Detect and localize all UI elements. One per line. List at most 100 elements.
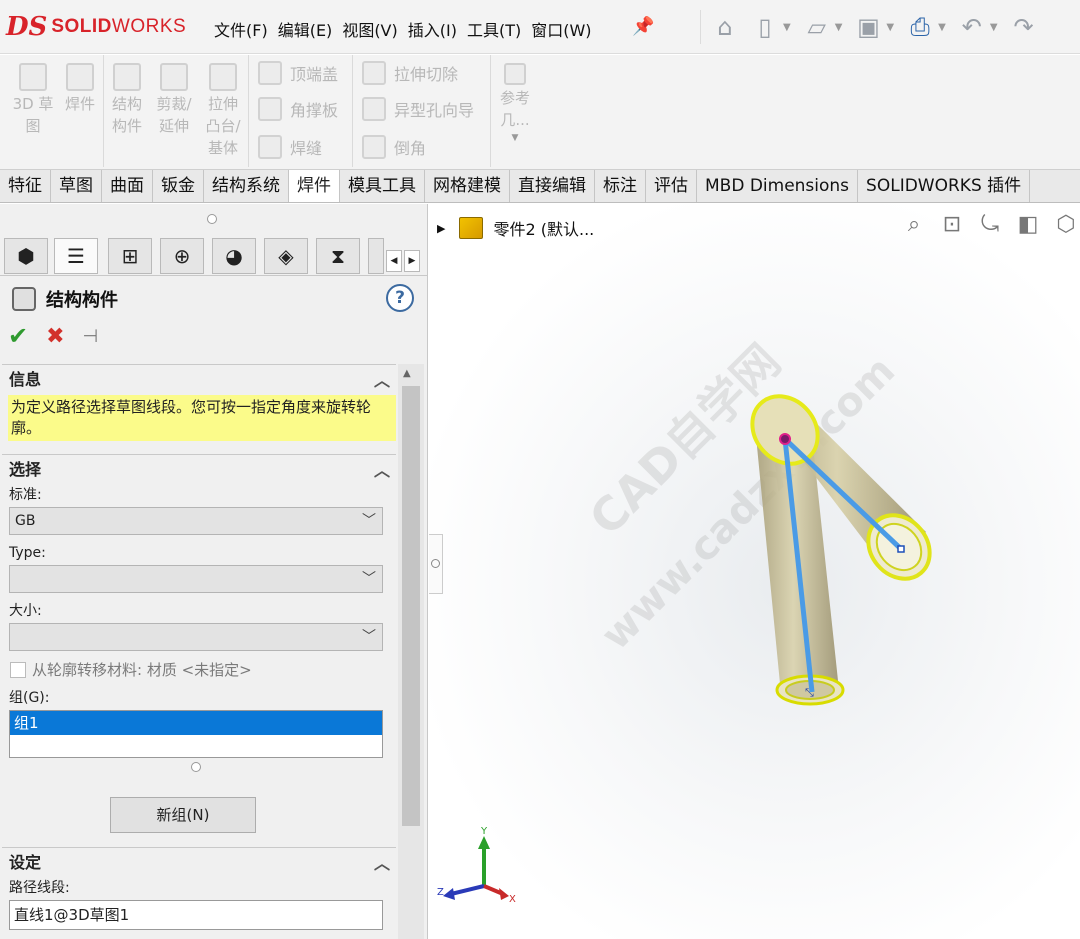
property-manager-pane: ⬢ ☰ ⊞ ⊕ ◕ ◈ ⧗ ◀ ▶ 结构构件 ? ✔ ✖ ⊣ 信息 ︿ 为定义路… xyxy=(0,204,428,939)
weld-bead-icon xyxy=(258,135,282,159)
print-icon[interactable]: ⎙ xyxy=(904,10,936,44)
tab-direct-editing[interactable]: 直接编辑 xyxy=(510,170,595,202)
pin-menu-icon[interactable]: 📌 xyxy=(632,16,654,37)
size-label: 大小: xyxy=(9,603,42,619)
chevron-down-icon: ﹀ xyxy=(362,629,376,645)
more-tabs-icon[interactable] xyxy=(368,238,384,274)
model-view[interactable]: ⤡ Y Z X xyxy=(429,204,1080,939)
weldment-label: 焊件 xyxy=(64,95,95,113)
collapse-chevron-icon[interactable]: ︿ xyxy=(374,366,390,396)
print-dropdown[interactable]: ▼ xyxy=(938,22,946,33)
menu-tools[interactable]: 工具(T) xyxy=(465,15,529,43)
property-manager-scrollbar[interactable]: ▲ xyxy=(398,364,424,939)
home-icon[interactable]: ⌂ xyxy=(709,10,741,44)
tab-sheet-metal[interactable]: 钣金 xyxy=(153,170,204,202)
scrollbar-thumb[interactable] xyxy=(402,386,420,826)
standard-value: GB xyxy=(15,513,36,529)
help-icon[interactable]: ? xyxy=(386,284,414,312)
sketch3d-button[interactable]: 3D 草图 xyxy=(10,63,56,137)
gusset-button[interactable]: 角撑板 xyxy=(258,97,338,121)
tab-weldments[interactable]: 焊件 xyxy=(289,170,340,202)
tab-evaluate[interactable]: 评估 xyxy=(646,170,697,202)
new-group-button[interactable]: 新组(N) xyxy=(110,797,256,833)
keep-visible-pushpin-icon[interactable]: ⊣ xyxy=(83,326,99,347)
menu-insert[interactable]: 插入(I) xyxy=(406,15,465,43)
tab-solidworks-addins[interactable]: SOLIDWORKS 插件 xyxy=(858,170,1031,202)
tab-sketch[interactable]: 草图 xyxy=(51,170,102,202)
toolbar-divider xyxy=(352,55,353,167)
menu-window[interactable]: 窗口(W) xyxy=(529,15,599,43)
save-dropdown[interactable]: ▼ xyxy=(886,22,894,33)
reference-geometry-button[interactable]: 参考几... ▼ xyxy=(496,63,534,145)
main-menu: 文件(F) 编辑(E) 视图(V) 插入(I) 工具(T) 窗口(W) xyxy=(212,15,600,43)
checkbox-box[interactable] xyxy=(10,661,26,678)
extruded-cut-label: 拉伸切除 xyxy=(394,65,459,84)
menu-view[interactable]: 视图(V) xyxy=(340,15,405,43)
triad-y-label: Y xyxy=(480,826,488,837)
size-select[interactable]: ﹀ xyxy=(9,623,383,651)
open-icon[interactable]: ▱ xyxy=(801,10,833,44)
group-list[interactable]: 组1 xyxy=(9,710,383,758)
property-manager-actions: ✔ ✖ ⊣ xyxy=(8,322,98,350)
chamfer-button[interactable]: 倒角 xyxy=(362,135,426,159)
solidworks-logo[interactable]: DS SOLIDWORKS xyxy=(6,10,186,44)
info-group-header[interactable]: 信息 ︿ xyxy=(2,365,396,395)
collapse-chevron-icon[interactable]: ︿ xyxy=(374,456,390,486)
toolbar-divider xyxy=(490,55,491,167)
weldment-button[interactable]: 焊件 xyxy=(62,63,98,115)
weldment-icon xyxy=(66,63,94,91)
pane-splitter-handle[interactable] xyxy=(207,214,217,224)
configuration-manager-tab-icon[interactable]: ⊞ xyxy=(108,238,152,274)
collapse-chevron-icon[interactable]: ︿ xyxy=(374,849,390,879)
logo-text: SOLIDWORKS xyxy=(51,16,186,38)
structural-member-button[interactable]: 结构构件 xyxy=(108,63,146,137)
tab-structure-system[interactable]: 结构系统 xyxy=(204,170,289,202)
redo-icon[interactable]: ↷ xyxy=(1008,10,1040,44)
property-manager-tab-icon[interactable]: ☰ xyxy=(54,238,98,274)
feature-manager-tab-icon[interactable]: ⬢ xyxy=(4,238,48,274)
end-cap-button[interactable]: 顶端盖 xyxy=(258,61,338,85)
display-manager-tab-icon[interactable]: ◕ xyxy=(212,238,256,274)
tab-mesh-modeling[interactable]: 网格建模 xyxy=(425,170,510,202)
tab-mbd-dimensions[interactable]: MBD Dimensions xyxy=(697,170,859,202)
list-item[interactable]: 组1 xyxy=(10,711,382,735)
open-dropdown[interactable]: ▼ xyxy=(835,22,843,33)
scroll-up-icon[interactable]: ▲ xyxy=(403,368,411,379)
menu-file[interactable]: 文件(F) xyxy=(212,15,276,43)
tab-scroll-left-icon[interactable]: ◀ xyxy=(386,250,402,272)
tab-surfaces[interactable]: 曲面 xyxy=(102,170,153,202)
tab-markup[interactable]: 标注 xyxy=(595,170,646,202)
reference-dropdown-icon[interactable]: ▼ xyxy=(512,131,519,145)
cancel-x-icon[interactable]: ✖ xyxy=(46,324,64,349)
selection-group-header[interactable]: 选择 ︿ xyxy=(2,455,396,485)
trim-extend-button[interactable]: 剪裁/延伸 xyxy=(152,63,196,137)
weld-bead-button[interactable]: 焊缝 xyxy=(258,135,322,159)
save-icon[interactable]: ▣ xyxy=(852,10,884,44)
ok-checkmark-icon[interactable]: ✔ xyxy=(8,322,28,350)
quick-access-toolbar: ⌂ ▯ ▼ ▱ ▼ ▣ ▼ ⎙ ▼ ↶ ▼ ↷ xyxy=(700,10,1040,44)
tab-mold-tools[interactable]: 模具工具 xyxy=(340,170,425,202)
standard-select[interactable]: GB ﹀ xyxy=(9,507,383,535)
list-resize-handle[interactable] xyxy=(191,762,201,772)
simulation-tab-icon[interactable]: ⧗ xyxy=(316,238,360,274)
undo-dropdown[interactable]: ▼ xyxy=(990,22,998,33)
transfer-material-checkbox[interactable]: 从轮廓转移材料: 材质 <未指定> xyxy=(2,659,396,680)
hole-wizard-label: 异型孔向导 xyxy=(394,101,475,120)
reference-geometry-label: 参考几... xyxy=(499,89,530,129)
settings-group-header[interactable]: 设定 ︿ xyxy=(2,848,396,878)
new-file-dropdown[interactable]: ▼ xyxy=(783,22,791,33)
new-file-icon[interactable]: ▯ xyxy=(749,10,781,44)
gusset-icon xyxy=(258,97,282,121)
cam-manager-tab-icon[interactable]: ◈ xyxy=(264,238,308,274)
undo-icon[interactable]: ↶ xyxy=(956,10,988,44)
type-select[interactable]: ﹀ xyxy=(9,565,383,593)
graphics-area[interactable]: ▶ 零件2 (默认... ⌕ ⊡ ⤿ ◧ ⬡ CAD自学网 www.cadzxw… xyxy=(429,204,1080,939)
tab-features[interactable]: 特征 xyxy=(0,170,51,202)
extruded-boss-button[interactable]: 拉伸凸台/基体 xyxy=(204,63,242,159)
path-segments-list[interactable]: 直线1@3D草图1 xyxy=(9,900,383,930)
hole-wizard-button[interactable]: 异型孔向导 xyxy=(362,97,474,121)
menu-edit[interactable]: 编辑(E) xyxy=(276,15,341,43)
dimxpert-manager-tab-icon[interactable]: ⊕ xyxy=(160,238,204,274)
tab-scroll-right-icon[interactable]: ▶ xyxy=(404,250,420,272)
extruded-cut-button[interactable]: 拉伸切除 xyxy=(362,61,458,85)
